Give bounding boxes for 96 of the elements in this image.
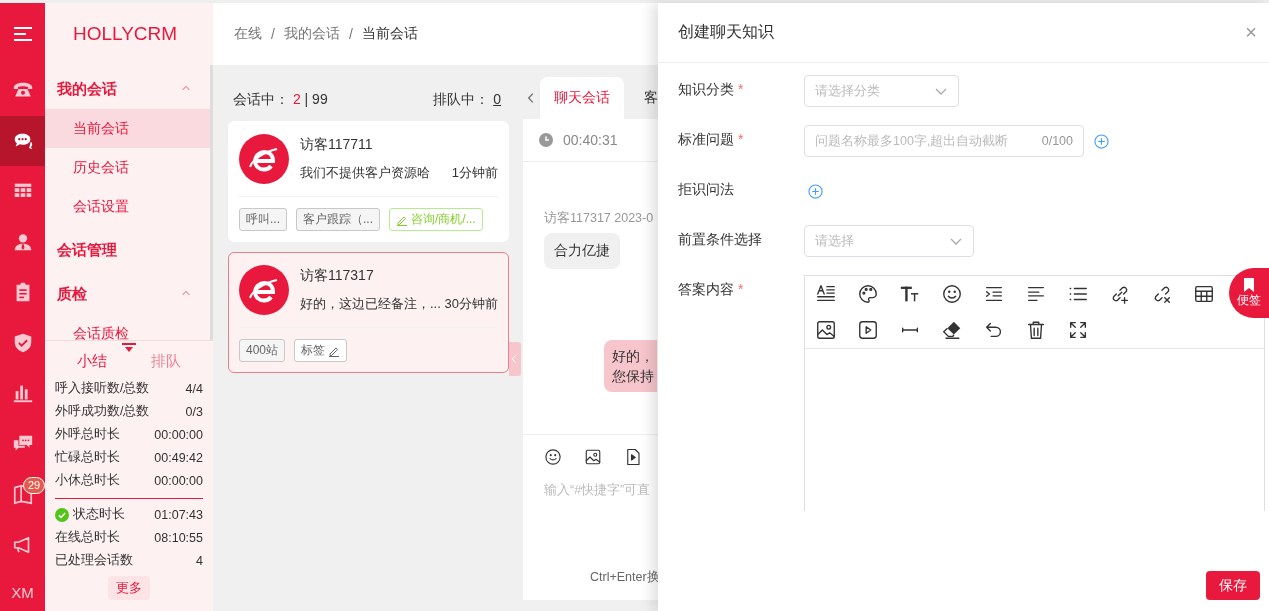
trash-icon[interactable] [1025, 319, 1047, 341]
breadcrumb-separator: / [348, 26, 353, 42]
tag: 呼叫... [239, 208, 287, 231]
stat-value: 4 [196, 553, 203, 568]
brand-logo: HOLLYCRM [71, 22, 179, 46]
message-meta: 访客117317 2023-0 [544, 210, 655, 227]
required-mark: * [738, 281, 744, 297]
text-field[interactable]: 问题名称最多100字,超出自动截断 0/100 [804, 125, 1084, 157]
menu-icon[interactable] [12, 26, 33, 42]
stat-label: 呼入接听数/总数 [55, 380, 150, 397]
capacity-count: | 99 [304, 91, 328, 107]
table-icon[interactable] [1193, 283, 1215, 305]
menu-group[interactable]: 会话管理 [45, 230, 210, 270]
stat-value: 08:10:55 [154, 530, 203, 545]
stat-value: 4/4 [185, 381, 203, 396]
caret-icon[interactable] [122, 343, 136, 352]
menu-item[interactable]: 会话设置 [45, 187, 210, 226]
last-message: 好的，这边已经备注，... [300, 295, 441, 313]
note-button[interactable]: 便签 [1229, 268, 1269, 318]
summary-tab[interactable]: 排队 [151, 352, 181, 371]
outgoing-message: 好的，您保持 [604, 340, 657, 392]
menu-item[interactable]: 历史会话 [45, 148, 210, 187]
emoji-icon[interactable] [544, 448, 562, 466]
badge-count: 29 [23, 477, 46, 494]
menu-group[interactable]: 我的会话 [45, 69, 210, 109]
stat-value: 00:49:42 [154, 450, 203, 465]
chat-tab[interactable]: 聊天会话 [540, 77, 624, 119]
stat-label: 在线总时长 [55, 529, 120, 546]
fullscreen-icon[interactable] [1067, 319, 1089, 341]
add-icon[interactable] [808, 183, 823, 199]
video-icon[interactable] [857, 319, 879, 341]
image-icon[interactable] [584, 448, 602, 466]
field-label: 答案内容 [678, 281, 734, 297]
collapse-handle[interactable] [509, 342, 521, 376]
image-icon[interactable] [815, 319, 837, 341]
stat-label: 忙碌总时长 [55, 449, 120, 466]
field-label: 知识分类 [678, 81, 734, 97]
stat-label: 小休总时长 [55, 472, 120, 489]
tag-text: 咨询/商机/... [411, 211, 476, 228]
tag-text: 标签 [301, 342, 326, 359]
required-mark: * [738, 81, 744, 97]
stat-value: 01:07:43 [154, 507, 203, 522]
save-button[interactable]: 保存 [1206, 571, 1260, 600]
queue-count[interactable]: 0 [493, 91, 501, 107]
field-label: 标准问题 [678, 131, 734, 147]
check-circle-icon [55, 507, 69, 522]
breadcrumb-item[interactable]: 在线 [234, 25, 262, 43]
nav-item[interactable]: 29 [0, 469, 45, 520]
bookmark-icon [1243, 277, 1255, 292]
visitor-name: 访客117317 [300, 267, 375, 285]
user-initials[interactable]: XM [0, 584, 45, 611]
message-time: 1分钟前 [451, 164, 498, 182]
char-counter: 0/100 [1041, 134, 1073, 148]
breadcrumb-separator: / [271, 26, 275, 42]
incoming-message: 合力亿捷 [544, 233, 620, 269]
session-card[interactable]: 访客117711 我们不提供客户资源哈 1分钟前 呼叫... 客户跟踪（... 咨询/商机/... [228, 121, 509, 242]
session-timer: 00:40:31 [563, 132, 618, 148]
active-label: 会话中： [233, 91, 289, 107]
active-count: 2 [292, 91, 301, 107]
tag: 400站 [239, 339, 286, 362]
field-label: 拒识问法 [678, 181, 734, 197]
summary-tab[interactable]: 小结 [77, 352, 107, 371]
nav-item[interactable] [0, 115, 45, 166]
queue-label: 排队中： [433, 91, 490, 107]
video-icon[interactable] [624, 448, 642, 466]
avatar-icon [239, 134, 289, 184]
more-button[interactable]: 更多 [108, 576, 150, 600]
chat-tab[interactable]: 客 [624, 77, 658, 119]
avatar-icon [239, 265, 289, 315]
stat-label: 外呼总时长 [55, 426, 120, 443]
menu-group[interactable]: 质检 [45, 274, 210, 314]
tag: 客户跟踪（... [296, 208, 381, 231]
close-button[interactable]: × [1245, 21, 1257, 44]
stat-label: 状态时长 [73, 506, 125, 523]
message-time: 30分钟前 [444, 295, 498, 313]
menu-item[interactable]: 当前会话 [45, 109, 210, 148]
breadcrumb-item[interactable]: 我的会话 [283, 25, 340, 43]
eraser-icon[interactable] [941, 319, 963, 341]
stat-value: 00:00:00 [154, 473, 203, 488]
stat-value: 00:00:00 [154, 427, 203, 442]
palette-icon[interactable] [857, 283, 879, 305]
emoji-icon[interactable] [941, 283, 963, 305]
breadcrumb-item: 当前会话 [361, 25, 418, 43]
clock-icon [539, 133, 553, 147]
visitor-name: 访客117711 [300, 136, 374, 154]
session-card[interactable]: 访客117317 好的，这边已经备注，... 30分钟前 400站 标签 [228, 252, 509, 373]
stat-label: 已处理会话数 [55, 552, 133, 569]
label-tag[interactable]: 标签 [294, 339, 348, 362]
add-icon[interactable] [1094, 133, 1109, 149]
stat-label: 外呼成功数/总数 [55, 403, 150, 420]
drawer-title: 创建聊天知识 [678, 22, 774, 42]
menu-item[interactable]: 会话质检 [45, 314, 210, 340]
last-message: 我们不提供客户资源哈 [300, 164, 430, 182]
stat-value: 0/3 [185, 404, 203, 419]
required-mark: * [738, 131, 744, 147]
field-label: 前置条件选择 [678, 231, 762, 247]
